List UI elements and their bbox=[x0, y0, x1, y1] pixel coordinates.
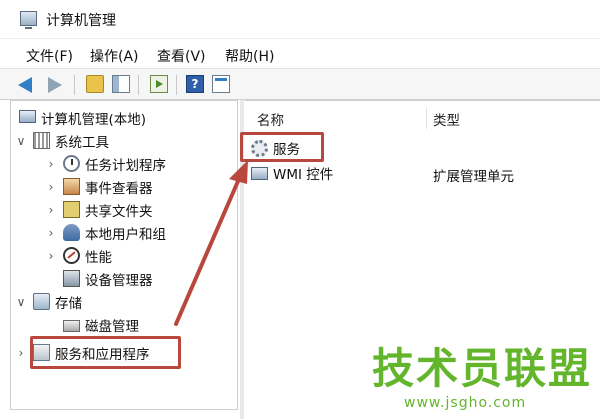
tree-item-performance[interactable]: › 性能 bbox=[45, 244, 112, 267]
toolbar-separator bbox=[176, 75, 177, 95]
window-title: 计算机管理 bbox=[46, 13, 116, 29]
forward-arrow-icon[interactable] bbox=[48, 77, 62, 93]
chevron-right-icon[interactable]: › bbox=[45, 203, 57, 217]
tree-item-device-manager[interactable]: 设备管理器 bbox=[45, 267, 153, 290]
chevron-down-icon[interactable]: ∨ bbox=[15, 134, 27, 148]
tree-item-shared-folders[interactable]: › 共享文件夹 bbox=[45, 198, 153, 221]
list-item-wmi-type: 扩展管理单元 bbox=[433, 169, 514, 185]
computer-icon bbox=[19, 109, 36, 123]
chevron-right-icon[interactable]: › bbox=[45, 157, 57, 171]
toolbar-separator bbox=[138, 75, 139, 95]
tools-icon bbox=[33, 132, 50, 149]
column-header-type[interactable]: 类型 bbox=[433, 109, 460, 129]
column-divider[interactable] bbox=[426, 107, 427, 129]
menu-bar: 文件(F) 操作(A) 查看(V) 帮助(H) bbox=[0, 38, 600, 68]
properties-icon[interactable] bbox=[212, 75, 230, 93]
computer-management-icon bbox=[20, 11, 37, 29]
device-manager-icon bbox=[63, 270, 80, 287]
tree-item-local-users[interactable]: › 本地用户和组 bbox=[45, 221, 166, 244]
chevron-right-icon[interactable]: › bbox=[45, 249, 57, 263]
menu-action[interactable]: 操作(A) bbox=[90, 46, 139, 66]
watermark-logo: 技术员联盟 bbox=[372, 344, 593, 393]
users-icon bbox=[63, 224, 80, 241]
menu-view[interactable]: 查看(V) bbox=[157, 46, 206, 66]
chevron-down-icon[interactable]: ∨ bbox=[15, 295, 27, 309]
show-hide-tree-icon[interactable] bbox=[112, 75, 130, 93]
chevron-right-icon[interactable]: › bbox=[45, 226, 57, 240]
help-icon[interactable]: ? bbox=[186, 75, 204, 93]
tree-root[interactable]: 计算机管理(本地) bbox=[19, 106, 146, 129]
highlight-box-services-apps bbox=[30, 336, 181, 369]
toolbar: ? bbox=[0, 68, 600, 100]
chevron-right-icon[interactable]: › bbox=[45, 180, 57, 194]
shared-folder-icon bbox=[63, 201, 80, 218]
menu-file[interactable]: 文件(F) bbox=[26, 46, 73, 66]
performance-icon bbox=[63, 247, 80, 264]
highlight-box-services bbox=[240, 132, 324, 162]
up-folder-icon[interactable] bbox=[86, 75, 104, 93]
storage-icon bbox=[33, 293, 50, 310]
title-bar: 计算机管理 bbox=[0, 0, 600, 38]
toolbar-separator bbox=[74, 75, 75, 95]
tree-item-system-tools[interactable]: ∨ 系统工具 bbox=[15, 129, 109, 152]
event-viewer-icon bbox=[63, 178, 80, 195]
wmi-icon bbox=[251, 166, 268, 180]
back-arrow-icon[interactable] bbox=[18, 77, 32, 93]
watermark-url: www.jsgho.com bbox=[404, 395, 527, 411]
tree-item-event-viewer[interactable]: › 事件查看器 bbox=[45, 175, 153, 198]
disk-icon bbox=[63, 320, 80, 332]
column-header-name[interactable]: 名称 bbox=[257, 109, 284, 129]
tree-item-task-scheduler[interactable]: › 任务计划程序 bbox=[45, 152, 166, 175]
tree-root-label: 计算机管理(本地) bbox=[41, 111, 147, 128]
chevron-right-icon[interactable]: › bbox=[15, 346, 27, 360]
tree-item-disk-management[interactable]: 磁盘管理 bbox=[45, 313, 139, 336]
clock-icon bbox=[63, 155, 80, 172]
menu-help[interactable]: 帮助(H) bbox=[225, 46, 274, 66]
export-list-icon[interactable] bbox=[150, 75, 168, 93]
list-item-wmi[interactable]: WMI 控件 bbox=[251, 161, 333, 185]
tree-item-storage[interactable]: ∨ 存储 bbox=[15, 290, 82, 313]
